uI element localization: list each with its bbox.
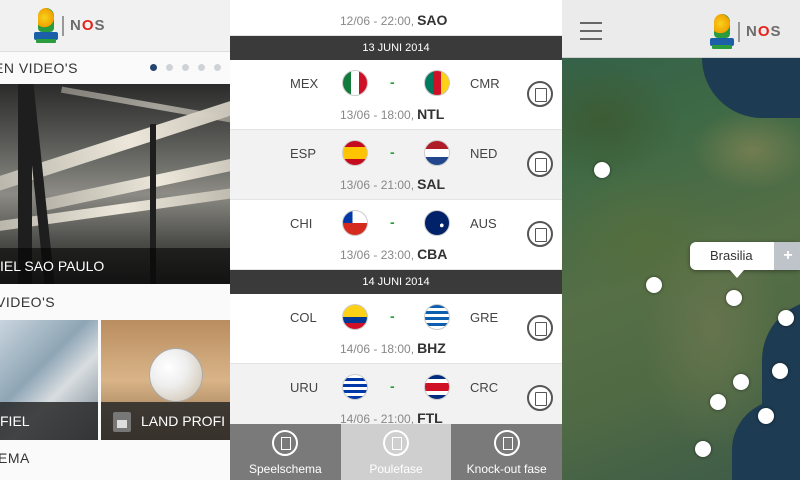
calendar-add-button[interactable] xyxy=(527,221,553,247)
callout-city-label: Brasilia xyxy=(710,248,753,263)
tab-label: Knock-out fase xyxy=(466,462,547,476)
tab-label: Speelschema xyxy=(248,462,322,476)
away-team-code: CMR xyxy=(470,76,500,91)
calendar-add-button[interactable] xyxy=(527,385,553,411)
match-time: 12/06 - 22:00, SAO xyxy=(340,12,448,28)
hero-video-caption: IEL SAO PAULO xyxy=(0,248,230,284)
callout-add-button[interactable]: + xyxy=(774,242,800,270)
document-icon xyxy=(113,412,131,433)
match-time: 13/06 - 18:00, NTL xyxy=(340,106,445,122)
tab-knock-out-fase[interactable]: Knock-out fase xyxy=(451,424,562,480)
calendar-add-button[interactable] xyxy=(527,315,553,341)
nos-logo: NOS xyxy=(738,22,782,42)
away-team-code: AUS xyxy=(470,216,497,231)
carousel-indicator[interactable] xyxy=(150,64,221,71)
map-nav-bar: NOS xyxy=(562,0,800,58)
schedule-screen: 12/06 - 22:00, SAO 13 JUNI 2014 MEX - CMR… xyxy=(230,0,562,480)
carousel-dot[interactable] xyxy=(166,64,173,71)
stadium-pin[interactable] xyxy=(594,162,610,178)
world-cup-logo xyxy=(32,8,60,44)
carousel-dot[interactable] xyxy=(214,64,221,71)
carousel-dot-active[interactable] xyxy=(150,64,157,71)
home-team-code: CHI xyxy=(290,216,313,231)
nos-logo: NOS xyxy=(62,16,106,36)
video-thumb-left[interactable]: FIEL xyxy=(0,320,98,440)
match-row[interactable]: CHI - AUS 13/06 - 23:00, CBA xyxy=(230,200,562,270)
match-time: 13/06 - 23:00, CBA xyxy=(340,246,448,262)
away-team-code: NED xyxy=(470,146,498,161)
match-row[interactable]: ESP - NED 13/06 - 21:00, SAL xyxy=(230,130,562,200)
match-row[interactable]: COL - GRE 14/06 - 18:00, BHZ xyxy=(230,294,562,364)
bottom-tab-bar: Speelschema Poulefase Knock-out fase xyxy=(230,424,562,480)
colombia-flag-icon xyxy=(342,304,368,330)
calendar-icon xyxy=(272,430,299,456)
map-screen[interactable]: NOS Brasilia + xyxy=(562,0,800,480)
vs-separator: - xyxy=(390,308,395,324)
date-header: 13 JUNI 2014 xyxy=(230,36,562,60)
spain-flag-icon xyxy=(342,140,368,166)
hero-video-card[interactable]: IEL SAO PAULO xyxy=(0,84,230,284)
stadium-pin[interactable] xyxy=(772,363,788,379)
home-team-code: MEX xyxy=(290,76,319,91)
bracket-icon xyxy=(493,430,520,456)
world-cup-logo xyxy=(708,14,736,50)
chile-flag-icon xyxy=(342,210,368,236)
football-image xyxy=(149,348,203,402)
videos-screen: NOS EN VIDEO'S IEL SAO PAULO VIDEO'S FIE… xyxy=(0,0,230,480)
home-team-code: COL xyxy=(290,310,317,325)
menu-icon[interactable] xyxy=(580,22,602,40)
stadium-pin[interactable] xyxy=(733,374,749,390)
video-thumb-right-label: LAND PROFI xyxy=(141,413,226,429)
calendar-add-button[interactable] xyxy=(527,81,553,107)
australia-flag-icon xyxy=(424,210,450,236)
home-team-code: ESP xyxy=(290,146,317,161)
stadium-pin[interactable] xyxy=(758,408,774,424)
ocean-area xyxy=(702,58,800,118)
tab-poulefase[interactable]: Poulefase xyxy=(340,424,452,480)
carousel-dot[interactable] xyxy=(182,64,189,71)
match-row[interactable]: MEX - CMR 13/06 - 18:00, NTL xyxy=(230,60,562,130)
stadium-pin[interactable] xyxy=(710,394,726,410)
stadium-pin-brasilia[interactable] xyxy=(726,290,742,306)
match-row-previous[interactable]: 12/06 - 22:00, SAO xyxy=(230,0,562,36)
cameroon-flag-icon xyxy=(424,70,450,96)
stadium-pin[interactable] xyxy=(646,277,662,293)
calendar-add-button[interactable] xyxy=(527,151,553,177)
video-thumb-right[interactable]: LAND PROFI xyxy=(101,320,230,440)
home-team-code: URU xyxy=(290,380,319,395)
videos-nav-bar: NOS xyxy=(0,0,230,52)
match-time: 14/06 - 18:00, BHZ xyxy=(340,340,446,356)
stadium-pin[interactable] xyxy=(695,441,711,457)
videos-second-section-title: VIDEO'S xyxy=(0,294,56,310)
video-thumb-right-caption: LAND PROFI xyxy=(101,402,230,440)
date-header: 14 JUNI 2014 xyxy=(230,270,562,294)
vs-separator: - xyxy=(390,378,395,394)
map-callout[interactable]: Brasilia + xyxy=(690,242,800,278)
vs-separator: - xyxy=(390,74,395,90)
match-time: 13/06 - 21:00, SAL xyxy=(340,176,446,192)
tab-speelschema[interactable]: Speelschema xyxy=(230,424,341,480)
vs-separator: - xyxy=(390,144,395,160)
carousel-dot[interactable] xyxy=(198,64,205,71)
video-thumb-left-caption: FIEL xyxy=(0,402,98,440)
away-team-code: CRC xyxy=(470,380,499,395)
greece-flag-icon xyxy=(424,304,450,330)
netherlands-flag-icon xyxy=(424,140,450,166)
group-icon xyxy=(383,430,409,456)
uruguay-flag-icon xyxy=(342,374,368,400)
away-team-code: GRE xyxy=(470,310,499,325)
videos-third-section-title: EMA xyxy=(0,450,30,466)
tab-label: Poulefase xyxy=(369,462,423,476)
costa-rica-flag-icon xyxy=(424,374,450,400)
vs-separator: - xyxy=(390,214,395,230)
mexico-flag-icon xyxy=(342,70,368,96)
stadium-pin[interactable] xyxy=(778,310,794,326)
